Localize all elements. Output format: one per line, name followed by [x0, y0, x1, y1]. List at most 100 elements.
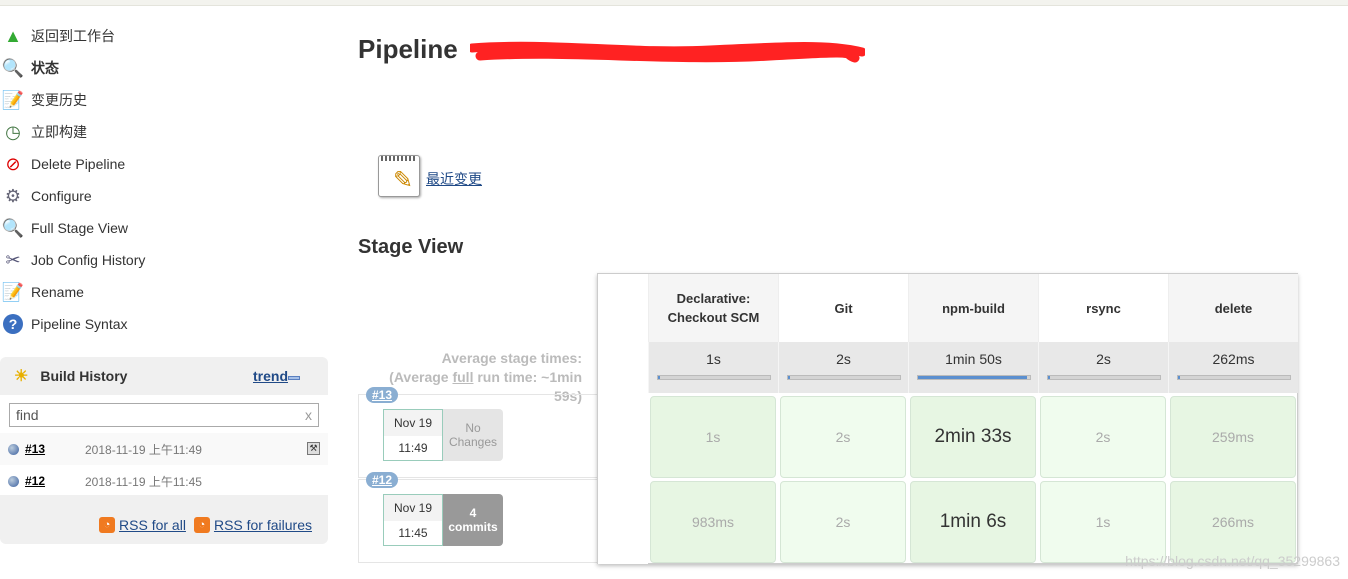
avg-bar — [916, 375, 1031, 380]
stage-cell[interactable]: 2s — [780, 396, 906, 478]
find-input[interactable]: find x — [9, 403, 319, 427]
avg-bar — [1176, 375, 1291, 380]
stage-cell[interactable]: 2min 33s — [910, 396, 1036, 478]
redaction-scribble — [470, 41, 865, 63]
rss-icon: ◔ — [99, 517, 116, 533]
build-time: 2018-11-19 上午11:49 — [85, 442, 202, 457]
stage-column: Declarative: Checkout SCM 1s 1s 983ms — [648, 274, 778, 564]
sidebar-item-label: 返回到工作台 — [31, 28, 115, 44]
page-title: Pipeline — [358, 34, 458, 64]
avg-bar — [786, 375, 901, 380]
sidebar-item[interactable]: 📝 Rename — [0, 276, 330, 308]
avg-bar — [656, 375, 771, 380]
build-row: #12 2018-11-19 上午11:45 — [0, 465, 328, 497]
stage-cell[interactable]: 1s — [650, 396, 776, 478]
collapse-icon[interactable] — [288, 376, 300, 380]
console-icon[interactable]: ⚒ — [307, 442, 320, 455]
stage-average: 1s — [648, 342, 778, 393]
stage-name: rsync — [1038, 274, 1168, 342]
stage-average: 2s — [778, 342, 908, 393]
tools-icon: ✂ — [5, 249, 21, 270]
stage-name: npm-build — [908, 274, 1038, 342]
stage-view-heading: Stage View — [358, 236, 464, 258]
notepad-icon: 📝 — [1, 89, 25, 110]
rss-all-link[interactable]: RSS for all — [119, 517, 186, 533]
stage-cell[interactable]: 983ms — [650, 481, 776, 563]
search-icon: 🔍 — [1, 217, 25, 238]
stage-view-table: Declarative: Checkout SCM 1s 1s 983ms Git … — [597, 273, 1298, 564]
run-day: Nov 19 — [384, 495, 442, 521]
sidebar-item[interactable]: ▲ 返回到工作台 — [0, 20, 330, 52]
stage-cell[interactable]: 2s — [780, 481, 906, 563]
notepad-icon — [378, 155, 420, 197]
sidebar-item-label: Pipeline Syntax — [31, 316, 128, 332]
status-ball-icon — [8, 475, 19, 487]
changes-box[interactable]: 4 commits — [443, 494, 503, 546]
avg-label: Average stage times: — [441, 350, 582, 366]
avg-time: 1s — [706, 351, 721, 367]
stage-column: delete 262ms 259ms 266ms — [1168, 274, 1298, 564]
run-badge[interactable]: #13 — [366, 387, 399, 403]
sidebar-item-label: Delete Pipeline — [31, 156, 126, 172]
sidebar-item-label: 变更历史 — [31, 92, 87, 108]
build-link[interactable]: #13 — [25, 442, 85, 456]
stage-cell[interactable]: 259ms — [1170, 396, 1296, 478]
run-time: 11:49 — [398, 441, 428, 455]
stage-average: 2s — [1038, 342, 1168, 393]
build-row: #13 2018-11-19 上午11:49 ⚒ — [0, 433, 328, 465]
notepad-icon: 📝 — [1, 281, 25, 302]
status-ball-icon — [8, 443, 19, 455]
sidebar: ▲ 返回到工作台 🔍 状态 📝 变更历史 ◷ 立即构建 ⊘ Delete Pipeline ⚙ Con… — [0, 20, 330, 340]
sidebar-item[interactable]: 🔍 Full Stage View — [0, 212, 330, 244]
sidebar-item[interactable]: 📝 变更历史 — [0, 84, 330, 116]
full-link[interactable]: full — [452, 369, 473, 385]
avg-bar — [1046, 375, 1161, 380]
stage-column: npm-build 1min 50s 2min 33s 1min 6s — [908, 274, 1038, 564]
stage-column: Git 2s 2s 2s — [778, 274, 908, 564]
sidebar-item[interactable]: ? Pipeline Syntax — [0, 308, 330, 340]
clock-build-icon: ◷ — [5, 121, 21, 142]
avg-time: 2s — [836, 351, 851, 367]
sidebar-item-label: 状态 — [31, 60, 59, 76]
rss-icon: ◔ — [193, 517, 210, 533]
run-time: 11:45 — [398, 526, 428, 540]
stage-cell[interactable]: 1s — [1040, 481, 1166, 563]
build-history-panel: ☀ Build History trend find x #13 2018-11-1… — [0, 357, 328, 544]
clear-icon[interactable]: x — [305, 407, 312, 423]
sidebar-item-label: Rename — [31, 284, 84, 300]
stage-average: 262ms — [1168, 342, 1298, 393]
avg-time: 1min 50s — [945, 351, 1002, 367]
run-badge[interactable]: #12 — [366, 472, 399, 488]
run-day: Nov 19 — [384, 410, 442, 436]
no-entry-icon: ⊘ — [5, 153, 21, 174]
run-row: #12 Nov 19 11:45 4 commits — [358, 472, 598, 563]
run-date: Nov 19 11:49 — [383, 409, 443, 461]
sidebar-item[interactable]: ◷ 立即构建 — [0, 116, 330, 148]
build-link[interactable]: #12 — [25, 474, 85, 488]
changes-line2: commits — [448, 520, 498, 534]
avg-time: 2s — [1096, 351, 1111, 367]
find-placeholder: find — [16, 407, 39, 423]
stage-cell[interactable]: 266ms — [1170, 481, 1296, 563]
run-row: #13 Nov 19 11:49 No Changes — [358, 387, 598, 478]
top-bar — [0, 0, 1348, 6]
changes-box[interactable]: No Changes — [443, 409, 503, 461]
changes-line1: No — [465, 421, 481, 435]
sidebar-item[interactable]: 🔍 状态 — [0, 52, 330, 84]
stage-name: Git — [778, 274, 908, 342]
changes-line2: Changes — [448, 435, 498, 449]
sidebar-item[interactable]: ⊘ Delete Pipeline — [0, 148, 330, 180]
trend-link[interactable]: trend — [253, 368, 288, 384]
recent-changes-link[interactable]: 最近变更 — [426, 169, 482, 189]
weather-icon: ☀ — [14, 368, 29, 385]
stage-cell[interactable]: 1min 6s — [910, 481, 1036, 563]
rss-failures-link[interactable]: RSS for failures — [214, 517, 312, 533]
stage-cell[interactable]: 2s — [1040, 396, 1166, 478]
watermark: https://blog.csdn.net/qq_35299863 — [1125, 553, 1340, 569]
sidebar-item[interactable]: ✂ Job Config History — [0, 244, 330, 276]
sidebar-item[interactable]: ⚙ Configure — [0, 180, 330, 212]
gear-icon: ⚙ — [4, 185, 22, 206]
build-time: 2018-11-19 上午11:45 — [85, 474, 202, 489]
stage-name: Declarative: Checkout SCM — [648, 274, 778, 342]
help-icon: ? — [3, 314, 23, 334]
